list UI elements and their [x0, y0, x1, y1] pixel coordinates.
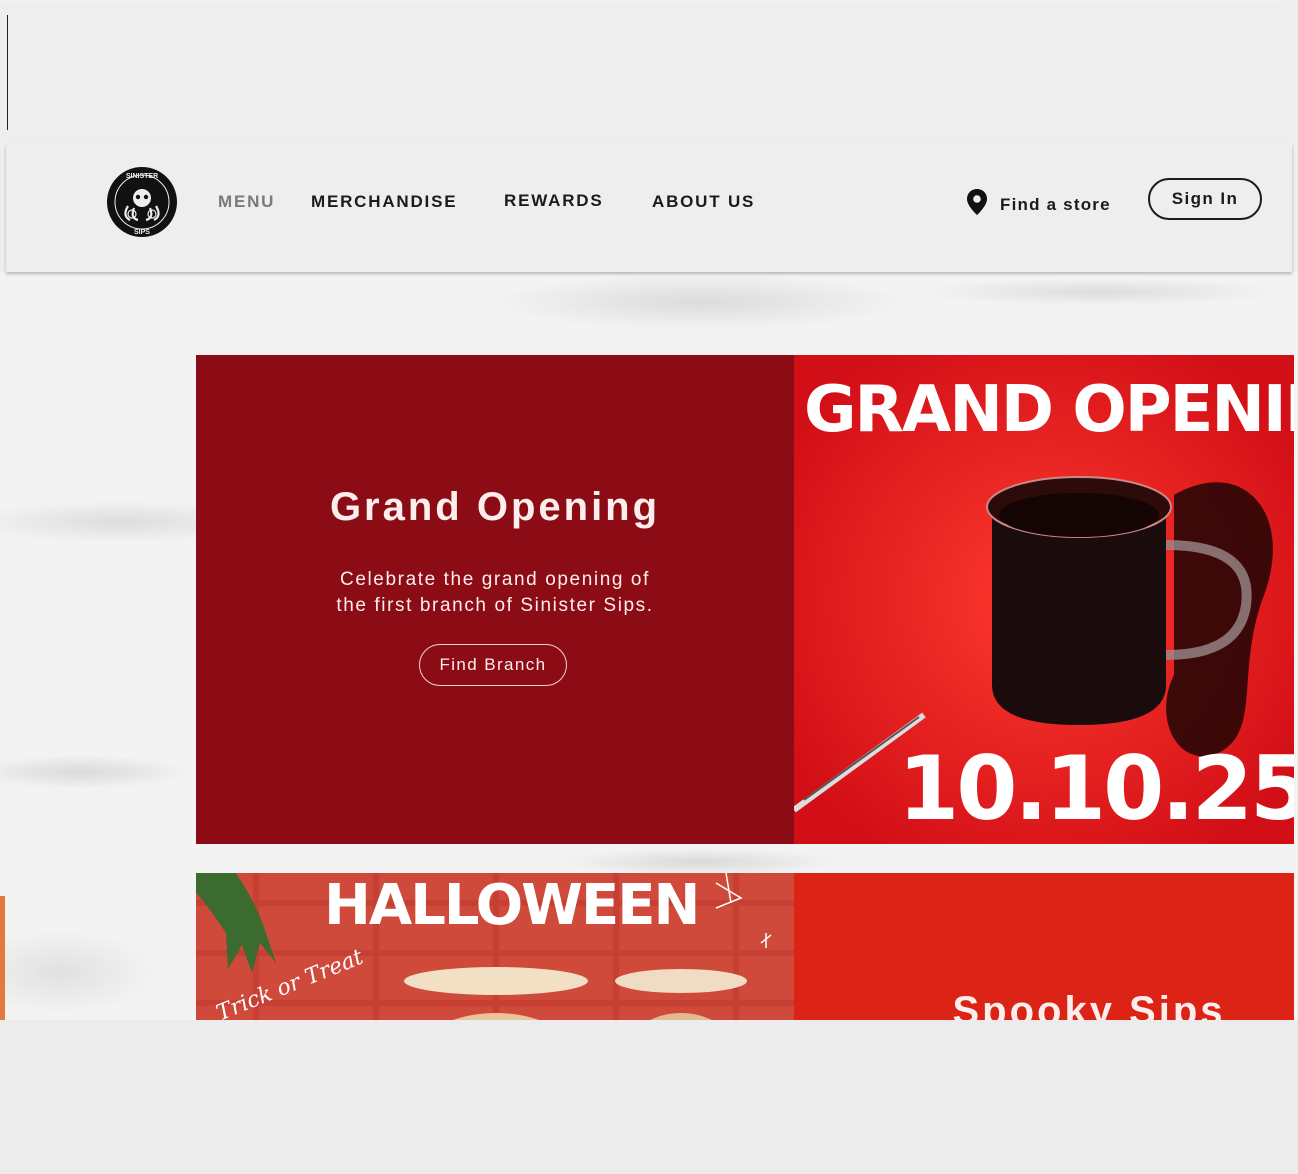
grand-opening-image-headline: GRAND OPENIN — [804, 373, 1294, 447]
grand-opening-description: Celebrate the grand opening of the first… — [196, 567, 794, 619]
logo-text-top: SINISTER — [126, 173, 158, 180]
grand-opening-image: GRAND OPENIN 10.10.25 — [794, 355, 1294, 844]
site-header: SINISTER SIPS MENU MERCHANDISE REWARDS A… — [6, 144, 1292, 272]
find-store-label: Find a store — [1000, 194, 1111, 214]
halloween-text-panel: Spooky Sips — [794, 873, 1294, 1020]
grand-opening-title: Grand Opening — [329, 485, 661, 529]
description-line-1: Celebrate the grand opening of — [340, 569, 650, 590]
halloween-image: HALLOWEEN Trick or Treat — [196, 873, 794, 1020]
left-edge-accent — [0, 896, 5, 1020]
location-pin-icon — [966, 188, 988, 221]
page-viewport: SINISTER SIPS MENU MERCHANDISE REWARDS A… — [0, 0, 1298, 1020]
nav-menu[interactable]: MENU — [218, 192, 275, 212]
nav-about-us[interactable]: ABOUT US — [652, 192, 755, 212]
sinister-sips-logo[interactable]: SINISTER SIPS — [106, 162, 178, 242]
description-line-2: the first branch of Sinister Sips. — [336, 595, 654, 616]
grand-opening-image-date: 10.10.25 — [898, 737, 1294, 840]
sign-in-button[interactable]: Sign In — [1148, 178, 1262, 220]
grand-opening-text-panel: Grand Opening Celebrate the grand openin… — [196, 355, 794, 844]
halloween-banner: HALLOWEEN Trick or Treat Spooky Sips — [196, 873, 1294, 1020]
find-branch-button[interactable]: Find Branch — [419, 644, 567, 686]
nav-merchandise[interactable]: MERCHANDISE — [311, 192, 457, 212]
text-caret — [7, 15, 8, 130]
nav-rewards[interactable]: REWARDS — [504, 191, 604, 211]
spooky-sips-title: Spooky Sips — [952, 989, 1226, 1020]
halloween-image-headline: HALLOWEEN — [324, 873, 700, 938]
logo-text-bottom: SIPS — [134, 229, 150, 236]
find-a-store-link[interactable]: Find a store — [966, 188, 1111, 221]
grand-opening-banner: Grand Opening Celebrate the grand openin… — [196, 355, 1294, 844]
top-border — [0, 0, 1280, 3]
